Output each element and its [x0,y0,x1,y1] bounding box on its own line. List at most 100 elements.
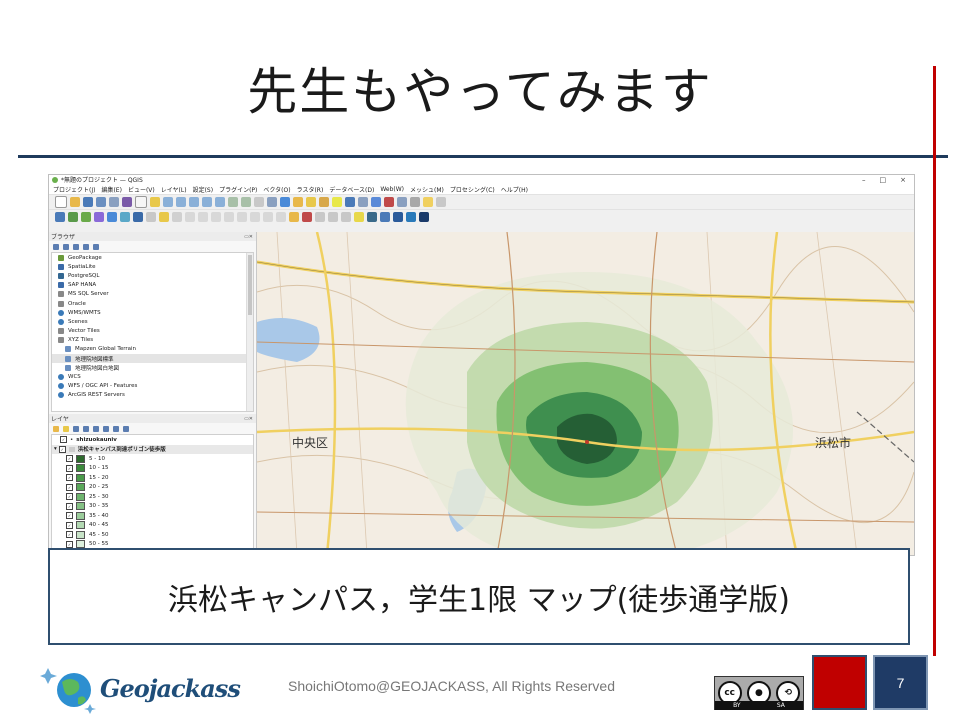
plugin-grid-icon[interactable] [393,212,403,222]
remove-layer-icon[interactable] [123,425,129,432]
legend-class-row[interactable]: ✓ 25 - 30 [52,492,253,502]
zoom-out-icon[interactable] [176,197,186,207]
tips-icon[interactable] [436,197,446,207]
new-project-icon[interactable] [55,196,67,208]
browser-item-mssql[interactable]: MS SQL Server [52,290,253,299]
class-checkbox[interactable]: ✓ [66,521,73,529]
sum-icon[interactable] [384,197,394,207]
select-icon[interactable] [306,197,316,207]
menu-project[interactable]: プロジェクト(J) [53,185,95,194]
plugin-book-icon[interactable] [419,212,429,222]
cut-icon[interactable] [224,212,234,222]
class-checkbox[interactable]: ✓ [66,493,73,501]
table-icon[interactable] [397,197,407,207]
panel-dock-icon[interactable]: ▭✕ [244,234,256,240]
new-map-view-icon[interactable] [254,197,264,207]
legend-class-row[interactable]: ✓ 30 - 35 [52,502,253,512]
close-button[interactable]: × [900,176,906,184]
menu-edit[interactable]: 編集(E) [101,185,121,194]
browser-item-wms[interactable]: WMS/WMTS [52,308,253,317]
data-source-manager-icon[interactable] [55,212,65,222]
undo-icon[interactable] [263,212,273,222]
zoom-layer-icon[interactable] [202,197,212,207]
browser-item-gsi-standard[interactable]: 地理院地図標準 [52,354,253,364]
menu-raster[interactable]: ラスタ(R) [297,185,324,194]
browser-item-saphana[interactable]: SAP HANA [52,281,253,290]
browser-item-gsi-blank[interactable]: 地理院地図白地図 [52,363,253,372]
browser-item-arcgis[interactable]: ArcGIS REST Servers [52,391,253,400]
legend-class-row[interactable]: ✓ 35 - 40 [52,511,253,521]
class-checkbox[interactable]: ✓ [66,512,73,520]
menu-mesh[interactable]: メッシュ(M) [410,185,444,194]
legend-class-row[interactable]: ✓ 45 - 50 [52,530,253,540]
browser-item-geopackage[interactable]: GeoPackage [52,253,253,262]
layer-visibility-checkbox[interactable]: ✓ [60,436,67,444]
save-as-icon[interactable] [96,197,106,207]
browser-item-vector-tiles[interactable]: Vector Tiles [52,327,253,336]
layer-visibility-checkbox[interactable]: ✓ [58,445,66,453]
legend-class-row[interactable]: ✓ 15 - 20 [52,473,253,483]
redo-icon[interactable] [276,212,286,222]
digitize-icon[interactable] [159,212,169,222]
class-checkbox[interactable]: ✓ [66,540,73,548]
collapse-icon[interactable] [83,243,89,250]
deselect-icon[interactable] [319,197,329,207]
menu-view[interactable]: ビュー(V) [128,185,155,194]
class-checkbox[interactable]: ✓ [66,483,73,491]
label-pin-icon[interactable] [302,212,312,222]
identify-icon[interactable] [293,197,303,207]
browser-item-postgresql[interactable]: PostgreSQL [52,271,253,280]
menu-database[interactable]: データベース(D) [329,185,374,194]
style-manager-icon[interactable] [122,197,132,207]
browser-item-spatialite[interactable]: SpatiaLite [52,262,253,271]
legend-class-row[interactable]: ✓ 5 - 10 [52,454,253,464]
vertex-tool-icon[interactable] [198,212,208,222]
pan-icon[interactable] [135,196,147,208]
open-project-icon[interactable] [70,197,80,207]
menu-plugins[interactable]: プラグイン(P) [219,185,257,194]
browser-item-wfs[interactable]: WFS / OGC API - Features [52,382,253,391]
label-change-icon[interactable] [341,212,351,222]
menu-help[interactable]: ヘルプ(H) [501,185,528,194]
edit-pencil-icon[interactable] [146,212,156,222]
map-canvas[interactable]: 中央区 浜松市 [257,232,914,555]
settings-gear-icon[interactable] [371,197,381,207]
add-vector-icon[interactable] [81,212,91,222]
zoom-in-icon[interactable] [163,197,173,207]
browser-item-scenes[interactable]: Scenes [52,317,253,326]
browser-item-wcs[interactable]: WCS [52,372,253,381]
warning-icon[interactable] [354,212,364,222]
browser-scrollbar[interactable] [246,253,253,411]
add-selected-icon[interactable] [53,243,59,250]
browser-item-xyz-tiles[interactable]: XYZ Tiles [52,336,253,345]
maximize-button[interactable]: □ [880,176,887,184]
minimize-button[interactable]: – [862,176,866,184]
legend-class-row[interactable]: ✓ 40 - 45 [52,521,253,531]
browser-item-oracle[interactable]: Oracle [52,299,253,308]
refresh-icon[interactable] [63,243,69,250]
add-raster-icon[interactable] [94,212,104,222]
paste-icon[interactable] [250,212,260,222]
attribute-table-icon[interactable] [358,197,368,207]
filter-icon[interactable] [73,243,79,250]
menu-web[interactable]: Web(W) [380,186,404,193]
menu-vector[interactable]: ベクタ(O) [263,185,290,194]
ruler-icon[interactable] [410,197,420,207]
class-checkbox[interactable]: ✓ [66,464,73,472]
pan-to-selection-icon[interactable] [150,197,160,207]
save-edits-icon[interactable] [172,212,182,222]
expand-arrow-icon[interactable]: ▾ [54,446,57,452]
annotation-icon[interactable] [423,197,433,207]
print-layout-icon[interactable] [109,197,119,207]
plugin-python-icon[interactable] [380,212,390,222]
label-move-icon[interactable] [315,212,325,222]
class-checkbox[interactable]: ✓ [66,502,73,510]
scrollbar-thumb[interactable] [248,255,252,315]
panel-dock-icon[interactable]: ▭✕ [244,416,256,422]
zoom-last-icon[interactable] [228,197,238,207]
class-checkbox[interactable]: ✓ [66,531,73,539]
properties-icon[interactable] [93,243,99,250]
add-spatialite-icon[interactable] [133,212,143,222]
add-group-icon[interactable] [63,425,69,432]
add-feature-icon[interactable] [185,212,195,222]
